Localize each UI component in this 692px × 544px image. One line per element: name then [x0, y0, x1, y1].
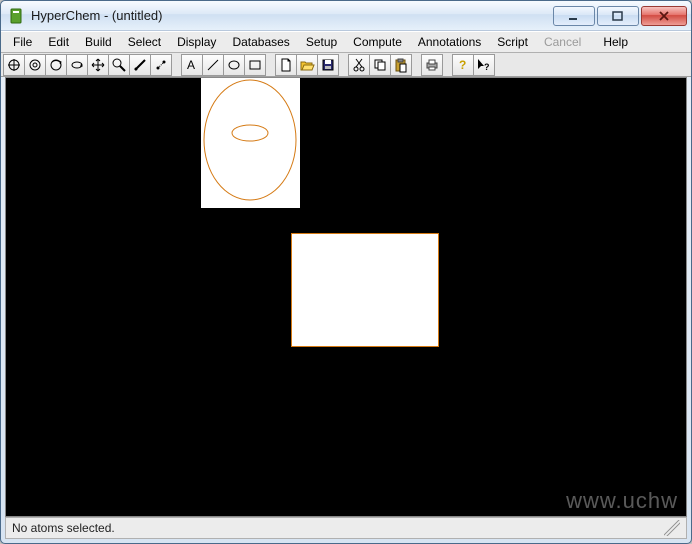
window-buttons — [553, 6, 687, 26]
svg-text:A: A — [187, 58, 195, 72]
menu-file[interactable]: File — [5, 33, 40, 51]
help-button[interactable]: ? — [452, 54, 474, 76]
select-circle-tool[interactable] — [24, 54, 46, 76]
measure-tool[interactable] — [150, 54, 172, 76]
menu-select[interactable]: Select — [120, 33, 169, 51]
svg-text:?: ? — [484, 62, 490, 72]
minimize-button[interactable] — [553, 6, 595, 26]
app-window: HyperChem - (untitled) File Edit Build S… — [0, 0, 692, 544]
status-text: No atoms selected. — [12, 521, 115, 535]
toolbar: A ? ? — [1, 53, 691, 77]
cut-button[interactable] — [348, 54, 370, 76]
menu-help[interactable]: Help — [595, 33, 636, 51]
open-file-button[interactable] — [296, 54, 318, 76]
zclip-tool[interactable] — [129, 54, 151, 76]
menu-display[interactable]: Display — [169, 33, 224, 51]
translate-tool[interactable] — [87, 54, 109, 76]
rotate-xy-tool[interactable] — [45, 54, 67, 76]
draw-tool[interactable] — [3, 54, 25, 76]
workspace-canvas[interactable]: www.uchw — [5, 77, 687, 517]
menu-cancel: Cancel — [536, 33, 589, 51]
menu-script[interactable]: Script — [489, 33, 536, 51]
rotate-z-tool[interactable] — [66, 54, 88, 76]
menu-setup[interactable]: Setup — [298, 33, 345, 51]
menu-databases[interactable]: Databases — [224, 33, 297, 51]
annotation-rectangle[interactable] — [291, 233, 439, 347]
print-button[interactable] — [421, 54, 443, 76]
line-tool[interactable] — [202, 54, 224, 76]
rectangle-tool[interactable] — [244, 54, 266, 76]
watermark-text: www.uchw — [566, 488, 678, 514]
zoom-tool[interactable] — [108, 54, 130, 76]
ellipse-tool[interactable] — [223, 54, 245, 76]
close-button[interactable] — [641, 6, 687, 26]
menu-bar: File Edit Build Select Display Databases… — [1, 31, 691, 53]
text-tool[interactable]: A — [181, 54, 203, 76]
save-file-button[interactable] — [317, 54, 339, 76]
resize-grip-icon[interactable] — [664, 520, 680, 536]
title-bar: HyperChem - (untitled) — [1, 1, 691, 31]
window-title: HyperChem - (untitled) — [31, 8, 163, 23]
app-icon — [9, 8, 25, 24]
copy-button[interactable] — [369, 54, 391, 76]
new-file-button[interactable] — [275, 54, 297, 76]
status-bar: No atoms selected. — [5, 517, 687, 539]
menu-annotations[interactable]: Annotations — [410, 33, 489, 51]
annotation-ellipse-group[interactable] — [201, 78, 300, 208]
menu-edit[interactable]: Edit — [40, 33, 77, 51]
menu-build[interactable]: Build — [77, 33, 120, 51]
whats-this-button[interactable]: ? — [473, 54, 495, 76]
menu-compute[interactable]: Compute — [345, 33, 410, 51]
svg-text:?: ? — [459, 58, 466, 72]
maximize-button[interactable] — [597, 6, 639, 26]
paste-button[interactable] — [390, 54, 412, 76]
